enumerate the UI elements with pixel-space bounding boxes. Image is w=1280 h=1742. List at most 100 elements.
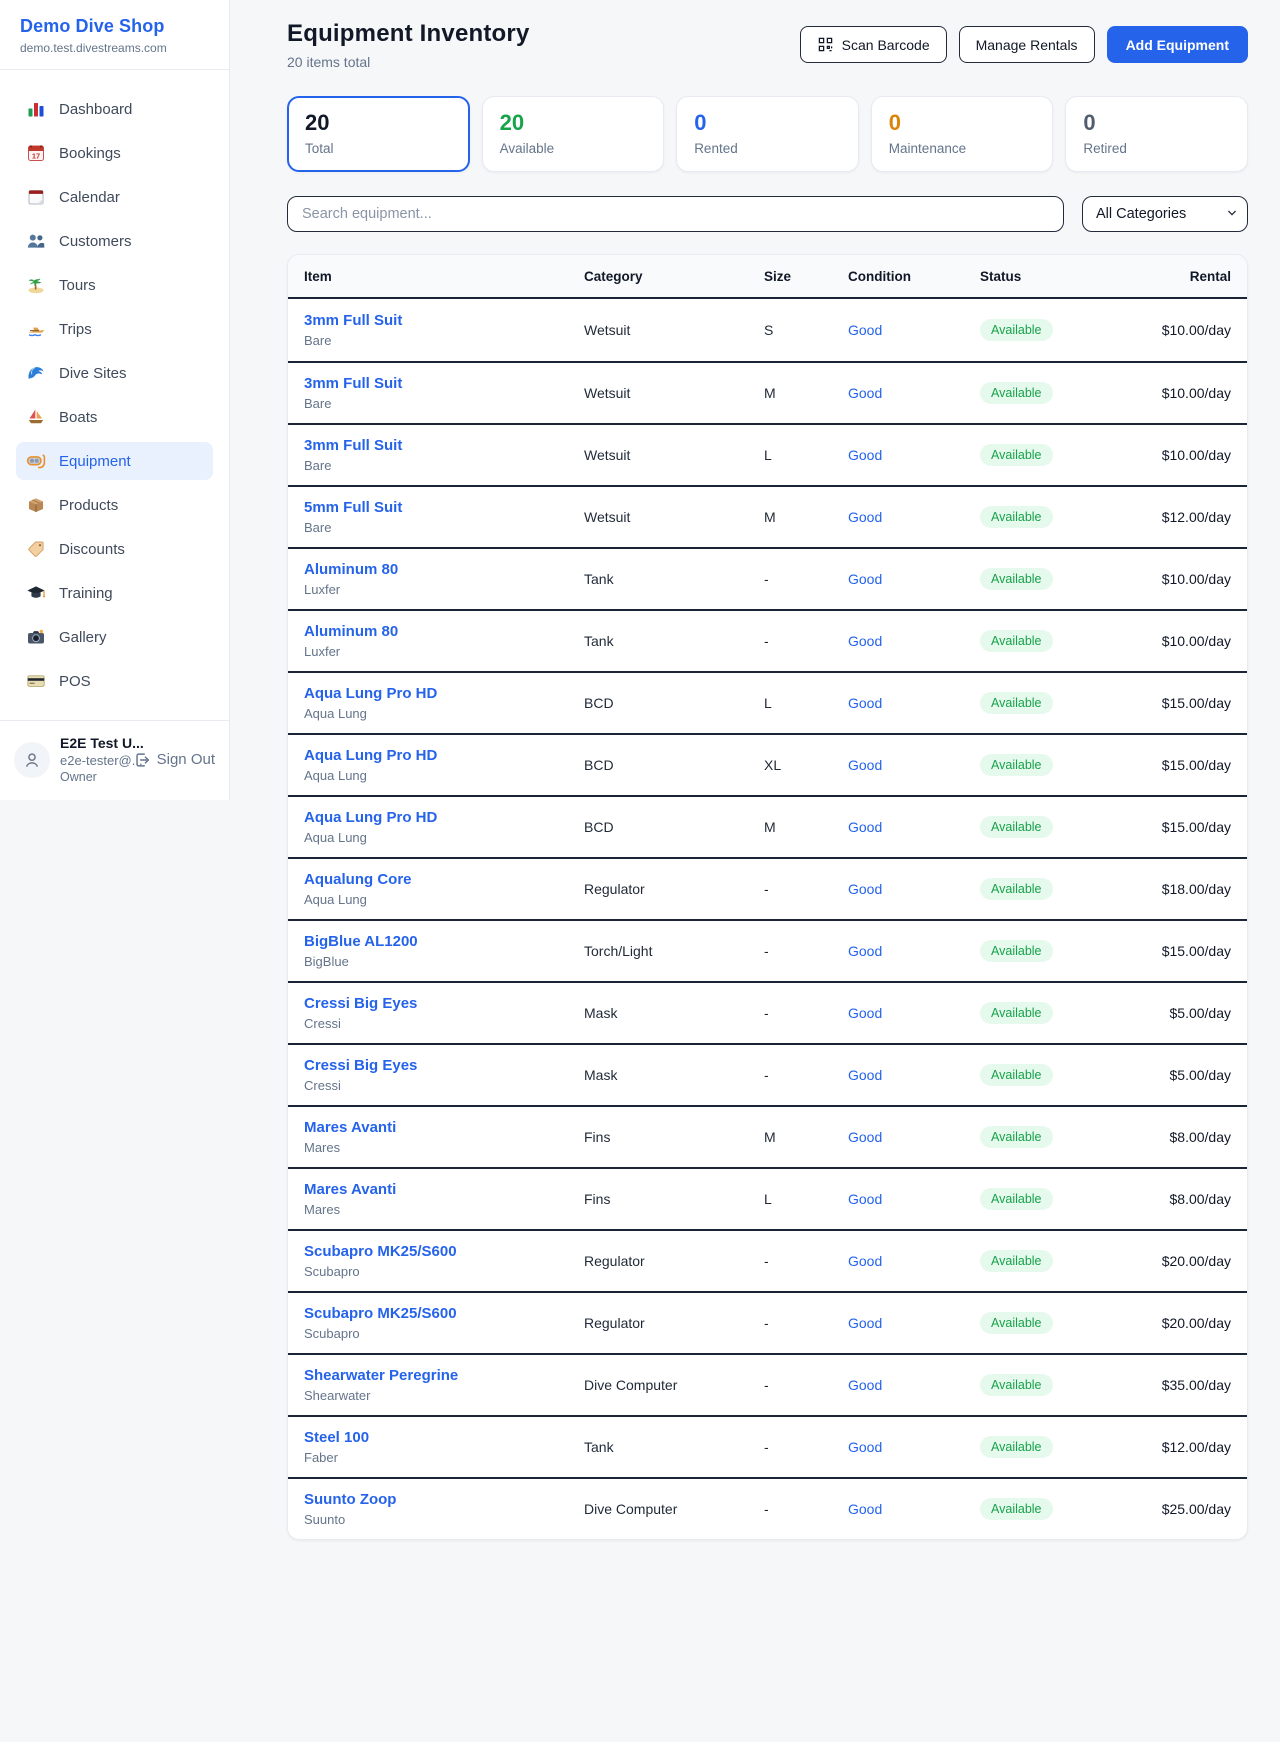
sidebar-item-trips[interactable]: Trips [16, 310, 213, 348]
condition-link[interactable]: Good [848, 1253, 882, 1269]
item-brand: Cressi [304, 1078, 584, 1093]
stat-card-available[interactable]: 20 Available [482, 96, 665, 172]
condition-link[interactable]: Good [848, 1377, 882, 1393]
condition-link[interactable]: Good [848, 819, 882, 835]
stat-value: 0 [694, 110, 841, 136]
sidebar-item-calendar[interactable]: Calendar [16, 178, 213, 216]
item-name-link[interactable]: Shearwater Peregrine [304, 1367, 458, 1384]
sidebar-item-dive-sites[interactable]: Dive Sites [16, 354, 213, 392]
item-name-link[interactable]: Mares Avanti [304, 1119, 396, 1136]
item-name-link[interactable]: 3mm Full Suit [304, 437, 402, 454]
item-name-link[interactable]: Cressi Big Eyes [304, 995, 417, 1012]
item-name-link[interactable]: BigBlue AL1200 [304, 933, 418, 950]
stat-card-total[interactable]: 20 Total [287, 96, 470, 172]
sidebar-item-training[interactable]: Training [16, 574, 213, 612]
category-select[interactable]: All Categories [1082, 196, 1248, 232]
sidebar-item-bookings[interactable]: 17 Bookings [16, 134, 213, 172]
manage-rentals-label: Manage Rentals [976, 37, 1078, 53]
sidebar-item-pos[interactable]: POS [16, 662, 213, 700]
condition-link[interactable]: Good [848, 1005, 882, 1021]
sidebar-item-dashboard[interactable]: Dashboard [16, 90, 213, 128]
sidebar-item-tours[interactable]: Tours [16, 266, 213, 304]
item-name-link[interactable]: Aluminum 80 [304, 623, 398, 640]
rental-price: $8.00/day [1111, 1191, 1231, 1207]
condition-link[interactable]: Good [848, 1439, 882, 1455]
stat-card-rented[interactable]: 0 Rented [676, 96, 859, 172]
sidebar-item-boats[interactable]: Boats [16, 398, 213, 436]
condition-link[interactable]: Good [848, 571, 882, 587]
status-badge: Available [980, 506, 1053, 528]
sidebar-item-discounts[interactable]: Discounts [16, 530, 213, 568]
item-brand: Shearwater [304, 1388, 584, 1403]
table-row: Mares Avanti Mares Fins M Good Available… [288, 1105, 1247, 1167]
item-name-link[interactable]: Aqualung Core [304, 871, 412, 888]
item-category: Fins [584, 1129, 764, 1145]
svg-text:17: 17 [32, 151, 40, 160]
search-input[interactable] [287, 196, 1064, 232]
manage-rentals-button[interactable]: Manage Rentals [959, 26, 1095, 63]
sidebar-nav: Dashboard 17 Bookings Calendar Customers… [0, 70, 229, 720]
rental-price: $15.00/day [1111, 695, 1231, 711]
condition-link[interactable]: Good [848, 322, 882, 338]
condition-link[interactable]: Good [848, 1129, 882, 1145]
scan-barcode-button[interactable]: Scan Barcode [800, 26, 947, 63]
sidebar-item-equipment[interactable]: Equipment [16, 442, 213, 480]
item-name-link[interactable]: 5mm Full Suit [304, 499, 402, 516]
item-name-link[interactable]: Aqua Lung Pro HD [304, 685, 437, 702]
condition-link[interactable]: Good [848, 1067, 882, 1083]
item-size: - [764, 943, 848, 959]
table-row: Aqua Lung Pro HD Aqua Lung BCD XL Good A… [288, 733, 1247, 795]
sign-out-icon [133, 751, 151, 769]
sidebar-item-gallery[interactable]: Gallery [16, 618, 213, 656]
rental-price: $20.00/day [1111, 1253, 1231, 1269]
condition-link[interactable]: Good [848, 1315, 882, 1331]
item-brand: Aqua Lung [304, 830, 584, 845]
stats-cards: 20 Total 20 Available 0 Rented 0 Mainten… [287, 96, 1248, 172]
status-badge: Available [980, 754, 1053, 776]
item-name-link[interactable]: Suunto Zoop [304, 1491, 396, 1508]
item-name-link[interactable]: 3mm Full Suit [304, 312, 402, 329]
condition-link[interactable]: Good [848, 1191, 882, 1207]
item-name-link[interactable]: Mares Avanti [304, 1181, 396, 1198]
item-name-link[interactable]: Steel 100 [304, 1429, 369, 1446]
sidebar-item-products[interactable]: Products [16, 486, 213, 524]
item-name-link[interactable]: Scubapro MK25/S600 [304, 1305, 457, 1322]
condition-link[interactable]: Good [848, 509, 882, 525]
table-row: Shearwater Peregrine Shearwater Dive Com… [288, 1353, 1247, 1415]
item-name-link[interactable]: Aluminum 80 [304, 561, 398, 578]
sidebar-item-customers[interactable]: Customers [16, 222, 213, 260]
condition-link[interactable]: Good [848, 757, 882, 773]
table-row: Scubapro MK25/S600 Scubapro Regulator - … [288, 1291, 1247, 1353]
stat-card-maintenance[interactable]: 0 Maintenance [871, 96, 1054, 172]
rental-price: $10.00/day [1111, 447, 1231, 463]
gallery-icon [26, 627, 46, 647]
item-category: Tank [584, 571, 764, 587]
item-name-link[interactable]: Scubapro MK25/S600 [304, 1243, 457, 1260]
stat-value: 20 [305, 110, 452, 136]
item-name-link[interactable]: Cressi Big Eyes [304, 1057, 417, 1074]
condition-link[interactable]: Good [848, 633, 882, 649]
condition-link[interactable]: Good [848, 943, 882, 959]
condition-link[interactable]: Good [848, 695, 882, 711]
item-name-link[interactable]: 3mm Full Suit [304, 375, 402, 392]
calendar-icon [26, 187, 46, 207]
stat-card-retired[interactable]: 0 Retired [1065, 96, 1248, 172]
item-category: Regulator [584, 1253, 764, 1269]
table-row: Aluminum 80 Luxfer Tank - Good Available… [288, 609, 1247, 671]
discounts-icon [26, 539, 46, 559]
add-equipment-button[interactable]: Add Equipment [1107, 26, 1248, 63]
sidebar-item-label: Products [59, 497, 118, 514]
item-brand: Bare [304, 396, 584, 411]
sidebar-item-label: Bookings [59, 145, 121, 162]
condition-link[interactable]: Good [848, 1501, 882, 1517]
table-row: Cressi Big Eyes Cressi Mask - Good Avail… [288, 981, 1247, 1043]
table-row: Steel 100 Faber Tank - Good Available $1… [288, 1415, 1247, 1477]
sign-out-button[interactable]: Sign Out [133, 751, 215, 769]
item-brand: Cressi [304, 1016, 584, 1031]
condition-link[interactable]: Good [848, 385, 882, 401]
condition-link[interactable]: Good [848, 881, 882, 897]
item-name-link[interactable]: Aqua Lung Pro HD [304, 809, 437, 826]
condition-link[interactable]: Good [848, 447, 882, 463]
customers-icon [26, 231, 46, 251]
item-name-link[interactable]: Aqua Lung Pro HD [304, 747, 437, 764]
